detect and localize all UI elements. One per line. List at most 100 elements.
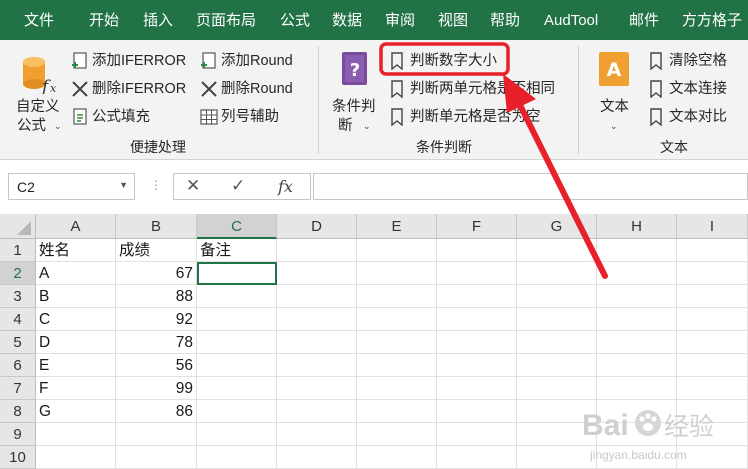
cell-a10[interactable]	[36, 446, 116, 469]
tab-review[interactable]: 审阅	[385, 0, 415, 40]
cell-f5[interactable]	[437, 331, 517, 354]
cell-h1[interactable]	[597, 239, 677, 262]
cell-a8[interactable]: G	[36, 400, 116, 423]
cell-g7[interactable]	[517, 377, 597, 400]
cell-g4[interactable]	[517, 308, 597, 331]
text-compare-button[interactable]: 文本对比	[647, 106, 747, 128]
tab-audtool[interactable]: AudTool	[544, 0, 598, 40]
chevron-down-icon[interactable]: ▼	[119, 180, 128, 190]
cell-a5[interactable]: D	[36, 331, 116, 354]
cell-g1[interactable]	[517, 239, 597, 262]
cell-g5[interactable]	[517, 331, 597, 354]
remove-iferror-button[interactable]: 删除IFERROR	[70, 78, 190, 100]
cell-c4[interactable]	[197, 308, 277, 331]
cell-e10[interactable]	[357, 446, 437, 469]
row-header-10[interactable]: 10	[0, 446, 36, 469]
cell-e5[interactable]	[357, 331, 437, 354]
row-header-1[interactable]: 1	[0, 239, 36, 262]
column-header-i[interactable]: I	[677, 214, 748, 239]
name-box[interactable]: C2 ▼	[8, 173, 135, 200]
column-header-h[interactable]: H	[597, 214, 677, 239]
cell-d5[interactable]	[277, 331, 357, 354]
add-iferror-button[interactable]: 添加IFERROR	[70, 50, 190, 72]
cell-c8[interactable]	[197, 400, 277, 423]
cell-a2[interactable]: A	[36, 262, 116, 285]
cell-e2[interactable]	[357, 262, 437, 285]
cell-i7[interactable]	[677, 377, 748, 400]
cell-h5[interactable]	[597, 331, 677, 354]
column-header-d[interactable]: D	[277, 214, 357, 239]
cell-f3[interactable]	[437, 285, 517, 308]
cell-b7[interactable]: 99	[116, 377, 197, 400]
cell-d7[interactable]	[277, 377, 357, 400]
column-header-c[interactable]: C	[197, 214, 277, 239]
cell-f10[interactable]	[437, 446, 517, 469]
tab-view[interactable]: 视图	[438, 0, 468, 40]
header-cell-b[interactable]: 成绩	[116, 239, 197, 262]
cell-b5[interactable]: 78	[116, 331, 197, 354]
tab-data[interactable]: 数据	[332, 0, 362, 40]
cell-d3[interactable]	[277, 285, 357, 308]
header-cell-c[interactable]: 备注	[197, 239, 277, 262]
cell-e6[interactable]	[357, 354, 437, 377]
cell-e3[interactable]	[357, 285, 437, 308]
cell-g6[interactable]	[517, 354, 597, 377]
column-header-g[interactable]: G	[517, 214, 597, 239]
cell-d4[interactable]	[277, 308, 357, 331]
cell-h3[interactable]	[597, 285, 677, 308]
row-header-9[interactable]: 9	[0, 423, 36, 446]
cell-i4[interactable]	[677, 308, 748, 331]
add-round-button[interactable]: 添加Round	[199, 50, 309, 72]
cell-empty-button[interactable]: 判断单元格是否为空	[388, 106, 563, 128]
cell-h4[interactable]	[597, 308, 677, 331]
clear-spaces-button[interactable]: 清除空格	[647, 50, 747, 72]
select-all-corner[interactable]	[0, 214, 36, 239]
column-helper-button[interactable]: 列号辅助	[199, 106, 299, 128]
cell-c2[interactable]	[197, 262, 277, 285]
compare-numbers-button[interactable]: 判断数字大小	[388, 50, 508, 72]
header-cell-a[interactable]: 姓名	[36, 239, 116, 262]
row-header-6[interactable]: 6	[0, 354, 36, 377]
column-header-f[interactable]: F	[437, 214, 517, 239]
cell-a9[interactable]	[36, 423, 116, 446]
custom-formula-button[interactable]: f x 自定义 公式 ⌄	[10, 46, 68, 134]
cell-f1[interactable]	[437, 239, 517, 262]
cell-b2[interactable]: 67	[116, 262, 197, 285]
cell-c7[interactable]	[197, 377, 277, 400]
tab-fangfang[interactable]: 方方格子	[682, 0, 742, 40]
cell-i5[interactable]	[677, 331, 748, 354]
cell-d8[interactable]	[277, 400, 357, 423]
text-join-button[interactable]: 文本连接	[647, 78, 747, 100]
cell-d10[interactable]	[277, 446, 357, 469]
tab-page-layout[interactable]: 页面布局	[196, 0, 256, 40]
cell-b10[interactable]	[116, 446, 197, 469]
two-cells-same-button[interactable]: 判断两单元格是否相同	[388, 78, 563, 100]
cell-i6[interactable]	[677, 354, 748, 377]
cell-c6[interactable]	[197, 354, 277, 377]
row-header-5[interactable]: 5	[0, 331, 36, 354]
formula-input[interactable]	[313, 173, 748, 200]
column-header-a[interactable]: A	[36, 214, 116, 239]
cell-a7[interactable]: F	[36, 377, 116, 400]
condition-judge-button[interactable]: ? 条件判 断 ⌄	[329, 46, 381, 134]
row-header-4[interactable]: 4	[0, 308, 36, 331]
remove-round-button[interactable]: 删除Round	[199, 78, 309, 100]
row-header-7[interactable]: 7	[0, 377, 36, 400]
cell-h2[interactable]	[597, 262, 677, 285]
cell-d9[interactable]	[277, 423, 357, 446]
cell-h7[interactable]	[597, 377, 677, 400]
column-header-e[interactable]: E	[357, 214, 437, 239]
cell-e7[interactable]	[357, 377, 437, 400]
cell-d2[interactable]	[277, 262, 357, 285]
cell-b6[interactable]: 56	[116, 354, 197, 377]
cell-b8[interactable]: 86	[116, 400, 197, 423]
cell-e1[interactable]	[357, 239, 437, 262]
tab-home[interactable]: 开始	[89, 0, 119, 40]
cell-i1[interactable]	[677, 239, 748, 262]
cell-e9[interactable]	[357, 423, 437, 446]
cell-a6[interactable]: E	[36, 354, 116, 377]
cell-b3[interactable]: 88	[116, 285, 197, 308]
cell-i2[interactable]	[677, 262, 748, 285]
cell-e8[interactable]	[357, 400, 437, 423]
cell-i3[interactable]	[677, 285, 748, 308]
